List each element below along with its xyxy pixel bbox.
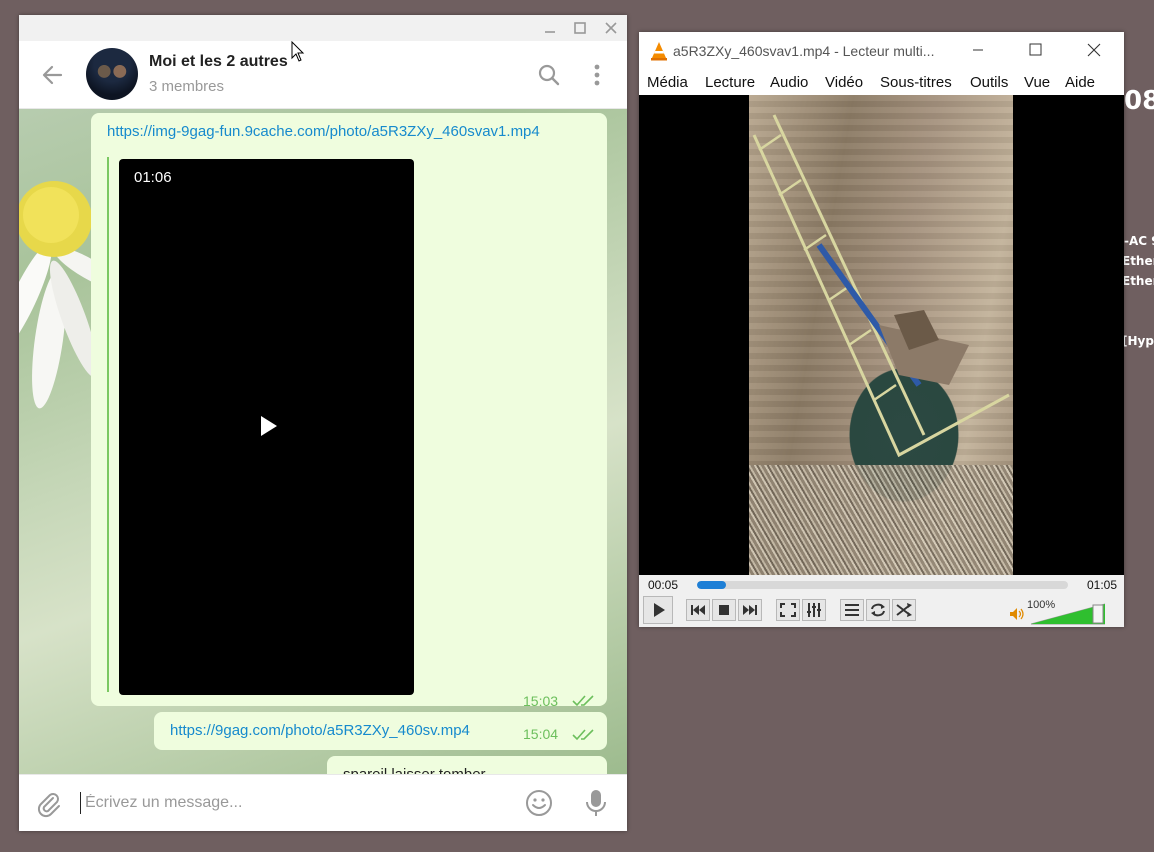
message-composer [19,774,627,831]
desktop-fragment: -AC 9 [1124,234,1154,248]
vlc-window: a5R3ZXy_460svav1.mp4 - Lecteur multi... … [639,32,1124,627]
message-time: 15:04 [523,726,559,742]
message-input[interactable] [85,789,505,817]
menu-lecture[interactable]: Lecture [705,74,755,91]
next-button[interactable] [738,599,762,621]
link-preview-bar [107,157,109,692]
playback-controls: 100% [639,595,1124,627]
video-preview[interactable]: 01:06 [119,159,414,695]
video-display[interactable] [639,95,1124,575]
play-button[interactable] [643,596,673,624]
stop-icon [719,605,729,615]
vlc-maximize-button[interactable] [1012,38,1058,62]
desktop-fragment-large: 08 [1124,86,1154,116]
next-icon [743,605,757,615]
shuffle-button[interactable] [892,599,916,621]
previous-button[interactable] [686,599,710,621]
fullscreen-icon [780,603,796,617]
double-check-icon [572,729,594,741]
chat-title[interactable]: Moi et les 2 autres [149,53,288,71]
playlist-button[interactable] [840,599,864,621]
message-link[interactable]: https://9gag.com/photo/a5R3ZXy_460sv.mp4 [170,722,470,739]
seek-progress [697,581,726,589]
vlc-close-button[interactable] [1071,38,1117,62]
minimize-button[interactable] [541,19,559,37]
total-time: 01:05 [1086,578,1117,592]
video-frame [749,95,1013,575]
emoji-icon[interactable] [525,789,553,817]
desktop-fragment: Ether [1122,274,1154,288]
text-caret [80,792,81,814]
playlist-icon [845,604,859,616]
message-bubble[interactable]: https://9gag.com/photo/a5R3ZXy_460sv.mp4… [154,712,607,750]
message-link[interactable]: https://img-9gag-fun.9cache.com/photo/a5… [107,123,540,140]
fullscreen-button[interactable] [776,599,800,621]
video-duration: 01:06 [134,169,172,186]
menu-media[interactable]: Média [647,74,688,91]
desktop-fragment: Ether [1122,254,1154,268]
sliders-icon [807,603,821,617]
shuffle-icon [896,603,912,617]
chat-header: Moi et les 2 autres 3 membres [19,41,627,109]
loop-button[interactable] [866,599,890,621]
menu-sous-titres[interactable]: Sous-titres [880,74,952,91]
extended-settings-button[interactable] [802,599,826,621]
vlc-cone-icon [651,42,667,61]
current-time: 00:05 [648,578,679,592]
vlc-titlebar: a5R3ZXy_460svav1.mp4 - Lecteur multi... [639,32,1124,68]
previous-icon [691,605,705,615]
menu-vue[interactable]: Vue [1024,74,1050,91]
chat-member-count: 3 membres [149,78,225,95]
paperclip-icon[interactable] [35,791,63,819]
more-vertical-icon[interactable] [587,63,607,87]
stop-button[interactable] [712,599,736,621]
play-icon[interactable] [256,414,280,438]
menu-outils[interactable]: Outils [970,74,1008,91]
vlc-window-title: a5R3ZXy_460svav1.mp4 - Lecteur multi... [673,43,935,59]
loop-icon [871,603,885,617]
message-text: spareil laisser tomber [343,766,486,774]
vlc-menubar: Média Lecture Audio Vidéo Sous-titres Ou… [639,68,1124,95]
double-check-icon [572,695,594,707]
straw-foreground [749,465,1013,575]
minimize-icon [545,31,555,33]
seek-bar[interactable] [697,581,1068,589]
message-bubble[interactable]: spareil laisser tomber [327,756,607,774]
message-bubble[interactable]: https://img-9gag-fun.9cache.com/photo/a5… [91,113,607,709]
maximize-icon [574,22,586,34]
telegram-titlebar [19,15,627,41]
menu-video[interactable]: Vidéo [825,74,863,91]
play-icon [654,603,665,617]
message-time: 15:03 [523,693,559,709]
close-button[interactable] [602,19,620,37]
desktop-fragment: [Hype [1122,334,1154,348]
close-icon [605,22,617,34]
vlc-minimize-button[interactable] [955,38,1001,62]
mouse-cursor-icon [291,41,305,62]
back-arrow-icon[interactable] [39,61,67,89]
menu-aide[interactable]: Aide [1065,74,1095,91]
microphone-icon[interactable] [585,788,607,818]
chat-avatar[interactable] [86,48,138,100]
seek-row: 00:05 01:05 [639,575,1124,595]
menu-audio[interactable]: Audio [770,74,808,91]
telegram-window: Moi et les 2 autres 3 membres https://im… [19,15,627,831]
maximize-button[interactable] [571,19,589,37]
search-icon[interactable] [537,63,561,87]
speaker-icon[interactable] [1009,607,1025,621]
volume-slider[interactable] [1031,603,1105,625]
chat-history[interactable]: https://img-9gag-fun.9cache.com/photo/a5… [19,109,627,774]
